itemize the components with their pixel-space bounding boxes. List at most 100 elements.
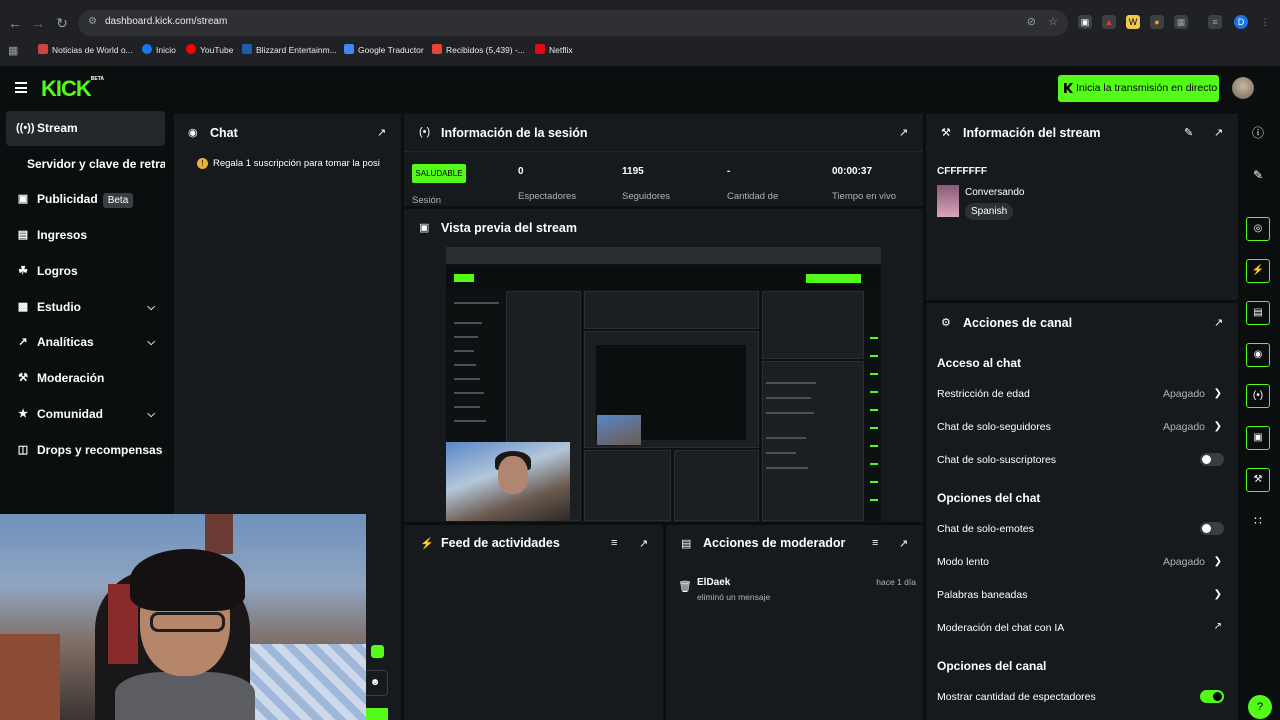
bookmark-item[interactable]: Netflix (535, 44, 573, 55)
popout-icon[interactable]: ↗ (899, 537, 911, 550)
chevron-down-icon: ⌵ (147, 302, 155, 313)
apps-grid-icon[interactable]: ▦ (8, 44, 18, 57)
sidebar-item-analytics[interactable]: ↗ Analíticas ⌵ (6, 325, 165, 360)
subscribers-only-toggle[interactable] (1200, 453, 1224, 466)
popout-icon[interactable]: ↗ (1214, 126, 1226, 139)
puzzle-icon[interactable]: ▦ (1174, 15, 1188, 29)
back-icon[interactable]: ← (6, 14, 24, 32)
kick-logo[interactable]: KICKBETA (41, 76, 104, 102)
ad-icon: ▣ (17, 193, 29, 205)
drag-handle-icon[interactable]: ∷ (1246, 509, 1270, 533)
extension-icon[interactable]: ▣ (1078, 15, 1092, 29)
health-badge: SALUDABLE (412, 164, 466, 183)
popout-icon[interactable]: ↗ (899, 126, 911, 139)
emote-icon[interactable] (371, 645, 384, 658)
wrench-icon[interactable]: ⚒ (1246, 468, 1270, 492)
address-bar[interactable]: ⚙ dashboard.kick.com/stream ⊘ ☆ (78, 10, 1068, 36)
address-row: ← → ↻ ⚙ dashboard.kick.com/stream ⊘ ☆ ▣ … (0, 8, 1280, 38)
kick-icon (1064, 83, 1073, 93)
mod-action-time: hace 1 día (876, 577, 916, 587)
category-thumbnail[interactable] (937, 185, 959, 217)
sidebar-item-income[interactable]: ▤ Ingresos (6, 218, 165, 253)
site-info-icon[interactable]: ⚙ (88, 16, 97, 27)
bookmark-item[interactable]: Inicio (142, 44, 176, 55)
eye-off-icon[interactable]: ⊘ (1027, 15, 1036, 28)
top-bar: KICKBETA Inicia la transmisión en direct… (0, 66, 1280, 111)
extension-icon[interactable]: ● (1150, 15, 1164, 29)
sidebar-item-server-key[interactable]: Servidor y clave de retransmisión (6, 147, 165, 182)
avatar[interactable] (1232, 77, 1254, 99)
chat-icon[interactable]: ◉ (1246, 343, 1270, 367)
extension-icon[interactable]: ▲ (1102, 15, 1116, 29)
row-value: Apagado (1162, 421, 1205, 433)
preview-title: Vista previa del stream (441, 221, 577, 235)
emotes-only-toggle[interactable] (1200, 522, 1224, 535)
broadcast-icon: ((•)) (16, 122, 35, 134)
chat-send-button[interactable] (366, 708, 388, 720)
activity-title: Feed de actividades (441, 536, 560, 550)
menu-dots-icon[interactable]: ⋮ (1258, 15, 1272, 29)
chart-icon: ▤ (17, 229, 29, 241)
row-value: Apagado (1162, 388, 1205, 400)
profile-icon[interactable]: D (1234, 15, 1248, 29)
wrench-icon: ⚒ (18, 372, 28, 384)
session-header: (•) Información de la sesión ↗ (404, 114, 923, 151)
stream-category[interactable]: Conversando (965, 187, 1024, 198)
filter-icon[interactable]: ≡ (611, 537, 617, 549)
sidebar-item-moderation[interactable]: ⚒ Moderación (6, 361, 165, 396)
tools-icon: ⚙ (941, 317, 951, 329)
bookmark-item[interactable]: YouTube (186, 44, 233, 55)
sidebar-item-ads[interactable]: ▣ Publicidad Beta (6, 182, 165, 217)
go-live-button[interactable]: Inicia la transmisión en directo (1058, 75, 1219, 102)
document-icon[interactable]: ▤ (1246, 301, 1270, 325)
broadcast-icon[interactable]: (•) (1246, 384, 1270, 408)
popout-icon[interactable]: ↗ (1214, 316, 1226, 329)
filter-icon[interactable]: ≡ (872, 537, 878, 549)
community-icon: ★ (18, 408, 28, 420)
chat-icon: ◉ (188, 127, 198, 139)
section-channel-options: Opciones del canal (937, 659, 1047, 673)
sidebar-item-stream[interactable]: ((•)) Stream (6, 111, 165, 146)
edit-icon[interactable]: ✎ (1246, 163, 1270, 187)
bookmark-item[interactable]: Blizzard Entertainm... (242, 44, 337, 55)
bolt-icon[interactable]: ⚡ (1246, 259, 1270, 283)
sidebar-item-drops[interactable]: ◫ Drops y recompensas (6, 433, 165, 468)
pinned-message[interactable]: ! Regala 1 suscripción para tomar la posi (197, 158, 397, 169)
url-text: dashboard.kick.com/stream (105, 16, 228, 27)
row-value: Apagado (1162, 556, 1205, 568)
sidebar-item-community[interactable]: ★ Comunidad ⌵ (6, 397, 165, 432)
menu-icon[interactable] (15, 82, 27, 93)
show-viewers-toggle[interactable] (1200, 690, 1224, 703)
right-rail: ⓘ ✎ ◎ ⚡ ▤ ◉ (•) ▣ ⚒ ∷ ? (1240, 111, 1280, 720)
mod-action-entry: 🗑 ElDaek eliminó un mensaje hace 1 día (676, 577, 916, 607)
bookmark-item[interactable]: Google Traductor (344, 44, 424, 55)
reading-list-icon[interactable]: ≡ (1208, 15, 1222, 29)
popout-icon[interactable]: ↗ (639, 537, 651, 550)
stream-info-title: Información del stream (963, 126, 1101, 140)
channel-actions-header: ⚙ Acciones de canal ↗ (926, 303, 1238, 340)
trash-icon: 🗑 (678, 581, 692, 593)
popout-icon[interactable]: ↗ (377, 126, 389, 139)
reload-icon[interactable]: ↻ (53, 14, 71, 32)
webcam-overlay (0, 514, 366, 720)
star-icon[interactable]: ☆ (1048, 15, 1058, 28)
sidebar-item-achievements[interactable]: ☘ Logros (6, 254, 165, 289)
extension-icon[interactable]: W (1126, 15, 1140, 29)
browser-chrome: ← → ↻ ⚙ dashboard.kick.com/stream ⊘ ☆ ▣ … (0, 0, 1280, 66)
info-icon[interactable]: ⓘ (1246, 121, 1270, 145)
analytics-icon: ↗ (18, 336, 28, 348)
bookmark-item[interactable]: Noticias de World o... (38, 44, 133, 55)
help-icon[interactable]: ? (1248, 695, 1272, 719)
wrench-icon: ⚒ (941, 127, 951, 139)
mod-action-text: eliminó un mensaje (697, 592, 771, 602)
edit-icon[interactable]: ✎ (1184, 126, 1193, 139)
coin-icon: ! (197, 158, 208, 169)
sidebar-item-studio[interactable]: ▩ Estudio ⌵ (6, 290, 165, 325)
mod-user[interactable]: ElDaek (697, 577, 730, 588)
bookmark-item[interactable]: Recibidos (5,439) -... (432, 44, 525, 55)
preview-icon[interactable]: ▣ (1246, 426, 1270, 450)
focus-icon[interactable]: ◎ (1246, 217, 1270, 241)
forward-icon[interactable]: → (29, 14, 47, 32)
preview-icon: ▣ (419, 222, 430, 234)
gift-icon: ◫ (17, 444, 29, 456)
